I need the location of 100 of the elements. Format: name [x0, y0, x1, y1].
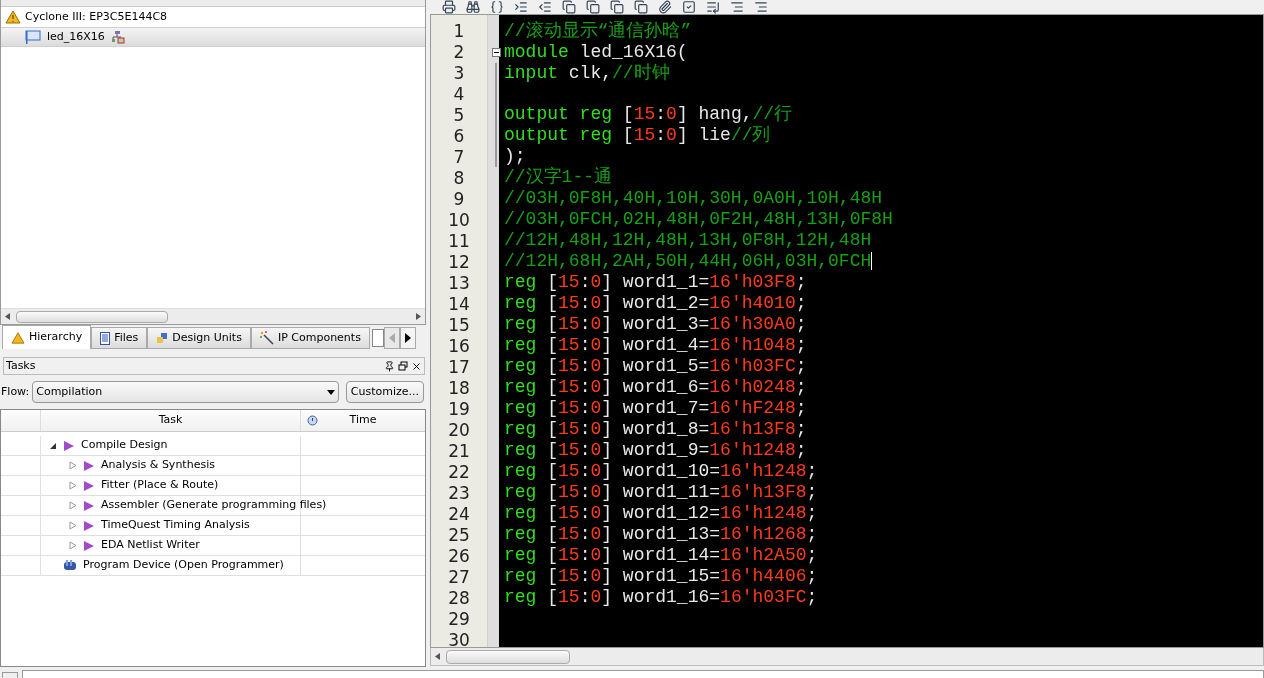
task-label[interactable]: Compile Design [81, 437, 168, 454]
line-number: 6 [452, 126, 466, 147]
line-number: 3 [452, 63, 466, 84]
line-number: 12 [447, 252, 471, 273]
blocks-icon [156, 332, 169, 344]
code-line: //12H,68H,2AH,50H,44H,06H,03H,0FCH [503, 250, 872, 272]
line-number: 19 [447, 399, 471, 420]
flow-dropdown[interactable]: Compilation [32, 381, 339, 403]
code-line: reg [15:0] word1_12=16'h1248; [503, 502, 818, 524]
line-number: 8 [452, 168, 466, 189]
panel-tab[interactable]: IP Components [250, 327, 370, 349]
toolbar-icon[interactable] [634, 0, 648, 14]
caret-right-icon [404, 333, 411, 343]
line-number: 13 [447, 273, 471, 294]
toolbar-icon[interactable] [466, 0, 480, 14]
horizontal-scrollbar[interactable] [1, 308, 425, 324]
task-label[interactable]: Analysis & Synthesis [101, 457, 215, 474]
line-number: 21 [447, 441, 471, 462]
scroll-left-icon[interactable] [5, 313, 10, 320]
line-number: 24 [447, 504, 471, 525]
line-number: 7 [452, 147, 466, 168]
task-label[interactable]: TimeQuest Timing Analysis [101, 517, 250, 534]
line-number: 26 [447, 546, 471, 567]
code-line: reg [15:0] word1_7=16'hF248; [503, 397, 807, 419]
toolbar-icon[interactable] [490, 0, 504, 14]
code-line: //滚动显示“通信孙晗” [503, 21, 692, 42]
scroll-left-icon[interactable] [435, 653, 440, 660]
code-line: //03H,0FCH,02H,48H,0F2H,48H,13H,0F8H [503, 208, 893, 230]
close-icon[interactable] [411, 360, 422, 372]
line-number: 18 [447, 378, 471, 399]
play-icon [83, 519, 95, 532]
line-number: 1 [452, 21, 466, 42]
document-icon [100, 331, 111, 345]
scrollbar-thumb[interactable] [446, 649, 570, 664]
collapse-icon[interactable] [492, 48, 501, 57]
code-line: //03H,0F8H,40H,10H,30H,0A0H,10H,48H [503, 187, 883, 209]
toolbar-icon[interactable] [514, 0, 528, 14]
toolbar-icon[interactable] [682, 0, 696, 14]
line-number: 14 [447, 294, 471, 315]
code-line: output reg [15:0] hang,//行 [503, 103, 793, 125]
scrollbar-thumb[interactable] [16, 310, 168, 323]
pin-icon[interactable] [384, 360, 395, 372]
code-line: input clk,//时钟 [503, 63, 670, 84]
line-number: 2 [452, 42, 466, 63]
task-label[interactable]: Program Device (Open Programmer) [83, 557, 284, 574]
toolbar-icon[interactable] [610, 0, 624, 14]
expand-arrow-icon[interactable] [69, 501, 77, 510]
code-line: //汉字1--通 [503, 166, 612, 188]
code-line: reg [15:0] word1_2=16'h4010; [503, 292, 807, 314]
play-icon [63, 439, 75, 452]
caret-icon [326, 389, 335, 395]
line-number: 23 [447, 483, 471, 504]
expand-arrow-icon[interactable] [69, 541, 77, 550]
code-line: reg [15:0] word1_6=16'h0248; [503, 376, 807, 398]
line-number: 16 [447, 336, 471, 357]
hierarchy-icon [110, 30, 125, 44]
panel-tab[interactable]: Files [91, 327, 148, 349]
customize-button[interactable]: Customize... [345, 381, 424, 403]
toolbar-icon[interactable] [562, 0, 576, 14]
code-line: //12H,48H,12H,48H,13H,0F8H,12H,48H [503, 229, 872, 251]
expand-arrow-icon[interactable] [69, 521, 77, 530]
panel-title: Tasks [6, 357, 37, 374]
expand-arrow-icon[interactable] [69, 481, 77, 490]
scroll-right-icon[interactable] [416, 313, 421, 320]
toolbar-icon[interactable] [658, 0, 672, 14]
line-number: 29 [447, 609, 471, 630]
code-line: reg [15:0] word1_1=16'h03F8; [503, 271, 807, 293]
toolbar-icon[interactable] [442, 0, 456, 14]
task-label[interactable]: Fitter (Place & Route) [101, 477, 219, 494]
code-line: reg [15:0] word1_5=16'h03FC; [503, 355, 807, 377]
task-label[interactable]: EDA Netlist Writer [101, 537, 200, 554]
code-line: reg [15:0] word1_13=16'h1268; [503, 523, 818, 545]
column-header[interactable]: Time [301, 410, 425, 431]
restore-icon[interactable] [398, 361, 408, 371]
code-line: reg [15:0] word1_3=16'h30A0; [503, 313, 807, 335]
tree-item[interactable]: Cyclone III: EP3C5E144C8 [1, 7, 425, 27]
line-number: 22 [447, 462, 471, 483]
expand-arrow-icon[interactable] [69, 461, 77, 470]
play-icon [83, 479, 95, 492]
toolbar-icon[interactable] [706, 0, 720, 14]
caret-left-icon [388, 333, 395, 343]
line-number: 30 [447, 630, 471, 647]
column-header[interactable]: Task [41, 410, 301, 431]
task-label[interactable]: Assembler (Generate programming files) [101, 497, 327, 514]
panel-tab[interactable]: Design Units [147, 327, 251, 349]
code-line: reg [15:0] word1_15=16'h4406; [503, 565, 818, 587]
entity-icon [25, 29, 41, 45]
line-number: 20 [447, 420, 471, 441]
warning-icon [11, 331, 25, 344]
panel-tab[interactable]: Hierarchy [2, 325, 92, 349]
tree-item[interactable]: led_16X16 [1, 27, 425, 47]
line-number: 27 [447, 567, 471, 588]
toolbar-icon[interactable] [754, 0, 768, 14]
toolbar-icon[interactable] [586, 0, 600, 14]
clock-icon [307, 415, 318, 426]
horizontal-scrollbar[interactable] [430, 648, 1264, 666]
toolbar-icon[interactable] [730, 0, 744, 14]
collapse-arrow-icon[interactable] [49, 441, 57, 450]
line-number: 9 [452, 189, 466, 210]
toolbar-icon[interactable] [538, 0, 552, 14]
